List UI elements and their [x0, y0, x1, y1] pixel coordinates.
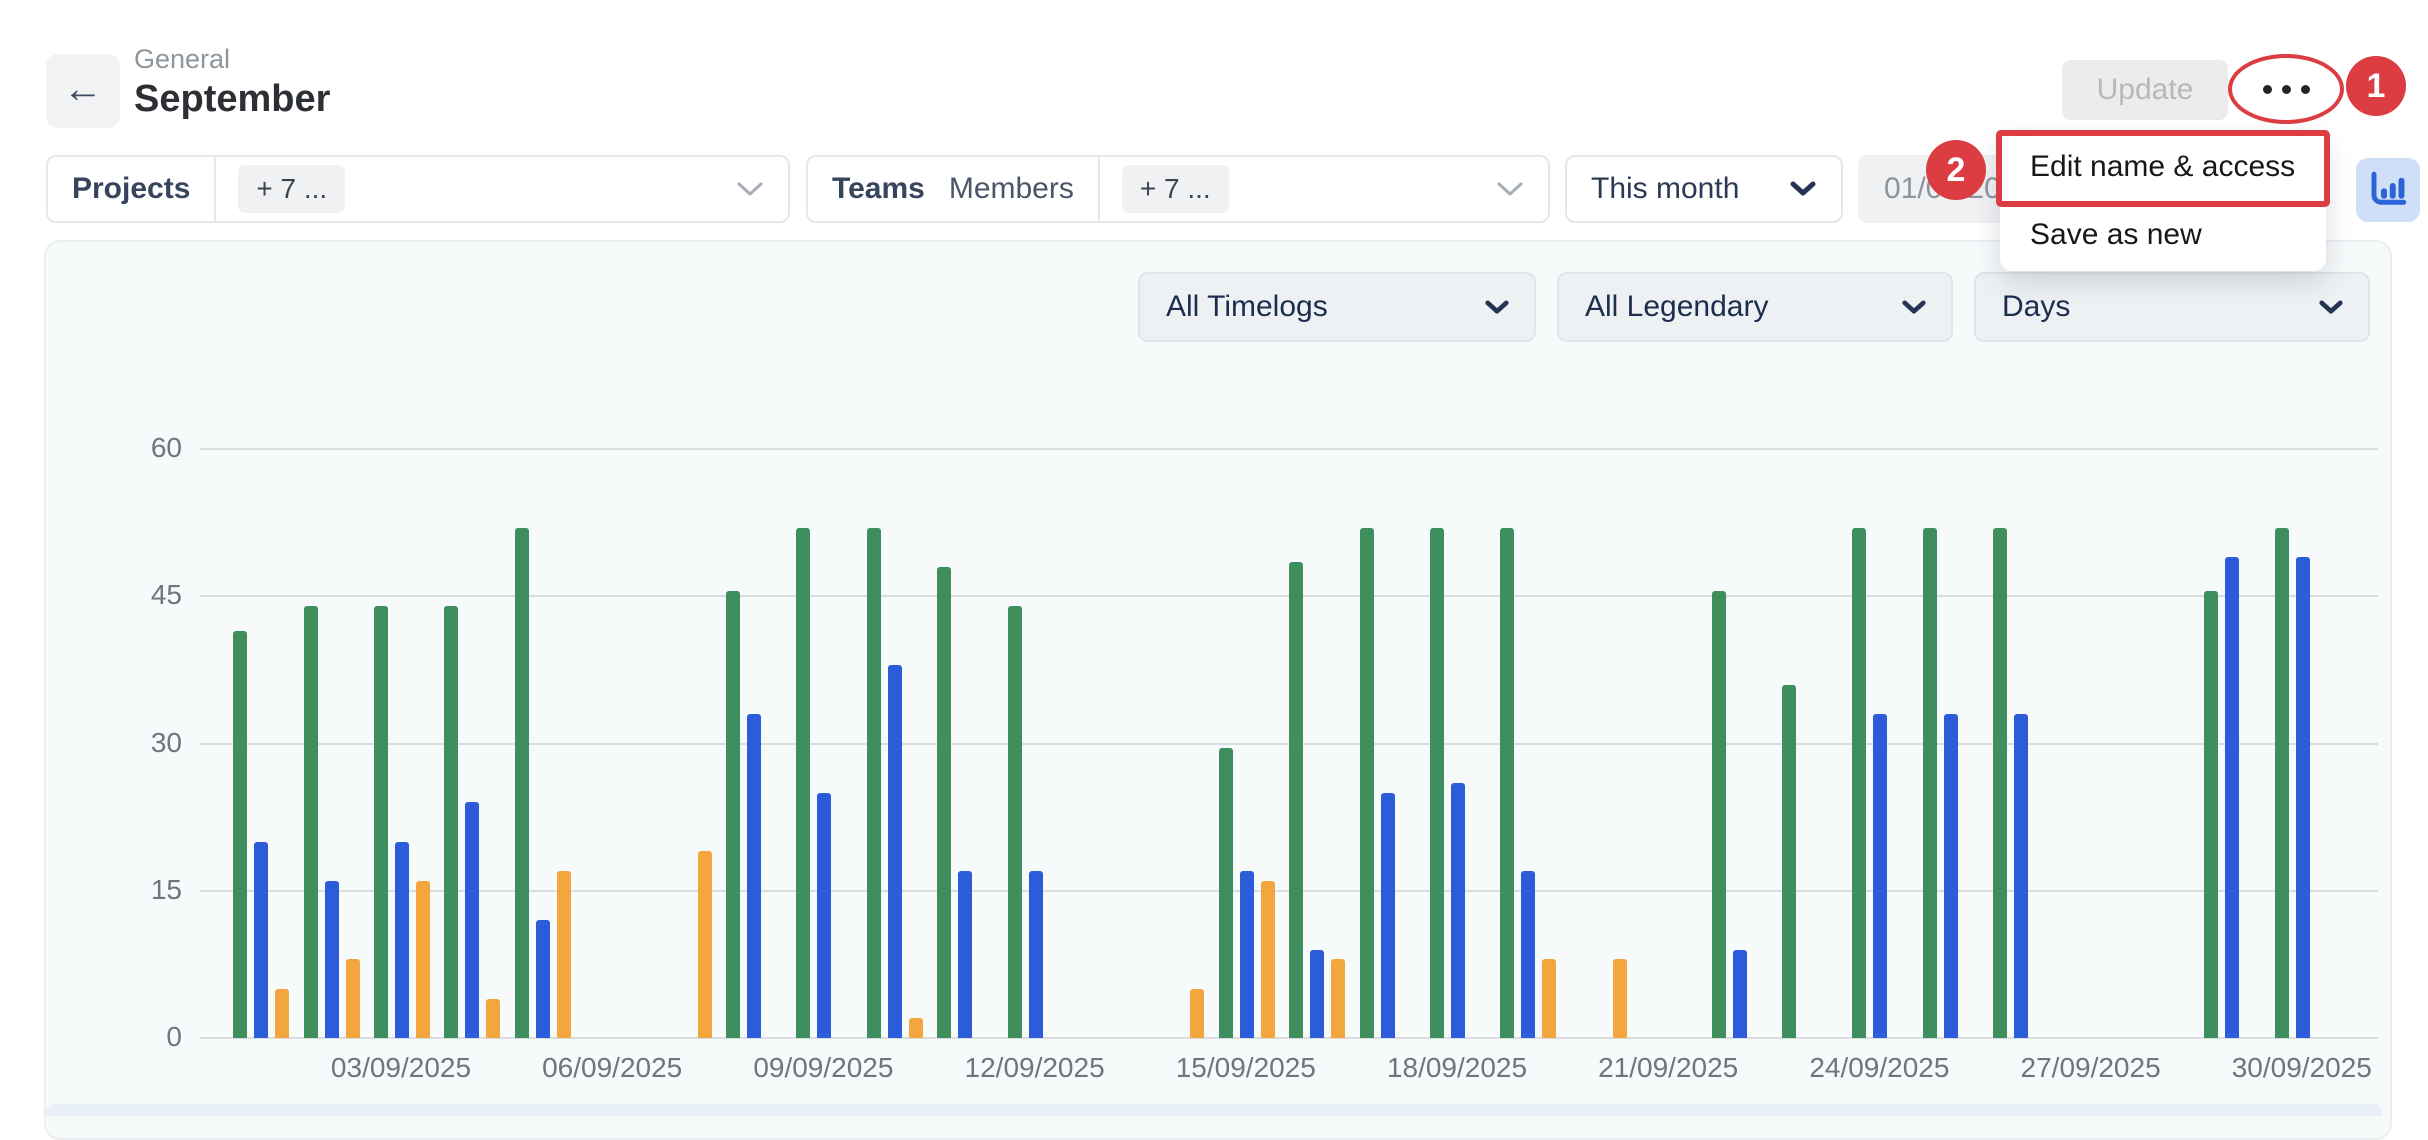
- bar-green-23/09/2025[interactable]: [1782, 685, 1796, 1038]
- bar-orange-02/09/2025[interactable]: [346, 959, 360, 1038]
- bar-blue-30/09/2025[interactable]: [2296, 557, 2310, 1038]
- teams-filter[interactable]: Teams Members + 7 ...: [806, 155, 1550, 223]
- chevron-down-icon: [1789, 180, 1817, 198]
- chevron-down-icon: [2318, 299, 2344, 316]
- bar-orange-07/09/2025[interactable]: [698, 851, 712, 1038]
- bar-orange-01/09/2025[interactable]: [275, 989, 289, 1038]
- bar-orange-15/09/2025[interactable]: [1261, 881, 1275, 1038]
- granularity-dropdown[interactable]: Days: [1974, 272, 2370, 342]
- bar-blue-11/09/2025[interactable]: [958, 871, 972, 1038]
- chevron-down-icon: [736, 180, 764, 198]
- divider: [214, 156, 216, 222]
- bar-blue-12/09/2025[interactable]: [1029, 871, 1043, 1038]
- projects-more-chip[interactable]: + 7 ...: [238, 165, 345, 213]
- period-select-value: This month: [1567, 172, 1739, 206]
- bar-green-26/09/2025[interactable]: [1993, 528, 2007, 1038]
- bar-green-29/09/2025[interactable]: [2204, 591, 2218, 1038]
- more-options-menu: Edit name & access Save as new: [2000, 133, 2326, 271]
- bar-blue-18/09/2025[interactable]: [1451, 783, 1465, 1038]
- bar-green-04/09/2025[interactable]: [444, 606, 458, 1038]
- breadcrumb: General: [134, 44, 230, 75]
- bar-green-18/09/2025[interactable]: [1430, 528, 1444, 1038]
- ellipsis-icon: [2301, 85, 2310, 94]
- bar-blue-09/09/2025[interactable]: [817, 793, 831, 1038]
- bar-green-03/09/2025[interactable]: [374, 606, 388, 1038]
- bar-green-08/09/2025[interactable]: [726, 591, 740, 1038]
- period-select[interactable]: This month: [1565, 155, 1843, 223]
- bar-green-02/09/2025[interactable]: [304, 606, 318, 1038]
- projects-filter[interactable]: Projects + 7 ...: [46, 155, 790, 223]
- page-title: September: [134, 78, 330, 121]
- timelogs-dropdown[interactable]: All Timelogs: [1138, 272, 1536, 342]
- bar-green-10/09/2025[interactable]: [867, 528, 881, 1038]
- bar-orange-19/09/2025[interactable]: [1542, 959, 1556, 1038]
- bar-green-22/09/2025[interactable]: [1712, 591, 1726, 1038]
- timelogs-dropdown-value: All Timelogs: [1140, 290, 1328, 324]
- chevron-down-icon: [1496, 180, 1524, 198]
- bar-orange-05/09/2025[interactable]: [557, 871, 571, 1038]
- bar-orange-14/09/2025[interactable]: [1190, 989, 1204, 1038]
- bar-blue-04/09/2025[interactable]: [465, 802, 479, 1038]
- legendary-dropdown[interactable]: All Legendary: [1557, 272, 1953, 342]
- legendary-dropdown-value: All Legendary: [1559, 290, 1768, 324]
- members-tab[interactable]: Members: [949, 172, 1098, 206]
- bar-blue-02/09/2025[interactable]: [325, 881, 339, 1038]
- chevron-down-icon: [1484, 299, 1510, 316]
- back-button[interactable]: ←: [46, 54, 120, 128]
- teams-tab[interactable]: Teams: [808, 172, 949, 206]
- ellipsis-icon: [2282, 85, 2291, 94]
- bar-green-17/09/2025[interactable]: [1360, 528, 1374, 1038]
- bar-green-09/09/2025[interactable]: [796, 528, 810, 1038]
- bar-green-30/09/2025[interactable]: [2275, 528, 2289, 1038]
- bar-chart-icon: [2367, 169, 2409, 211]
- bar-blue-01/09/2025[interactable]: [254, 842, 268, 1038]
- menu-item-edit-name-access[interactable]: Edit name & access: [2000, 133, 2326, 201]
- bar-blue-29/09/2025[interactable]: [2225, 557, 2239, 1038]
- chevron-down-icon: [1901, 299, 1927, 316]
- bar-green-16/09/2025[interactable]: [1289, 562, 1303, 1038]
- projects-filter-label: Projects: [48, 172, 214, 206]
- granularity-dropdown-value: Days: [1976, 290, 2070, 324]
- bar-orange-03/09/2025[interactable]: [416, 881, 430, 1038]
- bar-green-19/09/2025[interactable]: [1500, 528, 1514, 1038]
- bar-blue-25/09/2025[interactable]: [1944, 714, 1958, 1038]
- bar-green-11/09/2025[interactable]: [937, 567, 951, 1038]
- annotation-step-1-badge: 1: [2346, 56, 2406, 116]
- bar-green-25/09/2025[interactable]: [1923, 528, 1937, 1038]
- bar-green-05/09/2025[interactable]: [515, 528, 529, 1038]
- bar-green-15/09/2025[interactable]: [1219, 748, 1233, 1038]
- bar-blue-26/09/2025[interactable]: [2014, 714, 2028, 1038]
- annotation-step-2-badge: 2: [1926, 140, 1986, 200]
- bar-blue-03/09/2025[interactable]: [395, 842, 409, 1038]
- bar-blue-17/09/2025[interactable]: [1381, 793, 1395, 1038]
- bar-green-12/09/2025[interactable]: [1008, 606, 1022, 1038]
- bar-green-01/09/2025[interactable]: [233, 631, 247, 1038]
- bar-blue-05/09/2025[interactable]: [536, 920, 550, 1038]
- menu-item-save-as-new[interactable]: Save as new: [2000, 201, 2326, 269]
- back-arrow-icon: ←: [63, 69, 103, 109]
- bar-blue-10/09/2025[interactable]: [888, 665, 902, 1038]
- bar-orange-10/09/2025[interactable]: [909, 1018, 923, 1038]
- ellipsis-icon: [2263, 85, 2272, 94]
- bar-blue-15/09/2025[interactable]: [1240, 871, 1254, 1038]
- bar-blue-16/09/2025[interactable]: [1310, 950, 1324, 1038]
- more-options-button[interactable]: [2238, 62, 2334, 116]
- next-panel-edge: [46, 1104, 2382, 1116]
- bar-blue-24/09/2025[interactable]: [1873, 714, 1887, 1038]
- bar-orange-20/09/2025[interactable]: [1613, 959, 1627, 1038]
- bar-orange-04/09/2025[interactable]: [486, 999, 500, 1038]
- update-button[interactable]: Update: [2062, 60, 2228, 120]
- bar-blue-19/09/2025[interactable]: [1521, 871, 1535, 1038]
- teams-more-chip[interactable]: + 7 ...: [1122, 165, 1229, 213]
- divider: [1098, 156, 1100, 222]
- bar-green-24/09/2025[interactable]: [1852, 528, 1866, 1038]
- bar-orange-16/09/2025[interactable]: [1331, 959, 1345, 1038]
- bar-blue-08/09/2025[interactable]: [747, 714, 761, 1038]
- bar-blue-22/09/2025[interactable]: [1733, 950, 1747, 1038]
- chart-type-button[interactable]: [2356, 158, 2420, 222]
